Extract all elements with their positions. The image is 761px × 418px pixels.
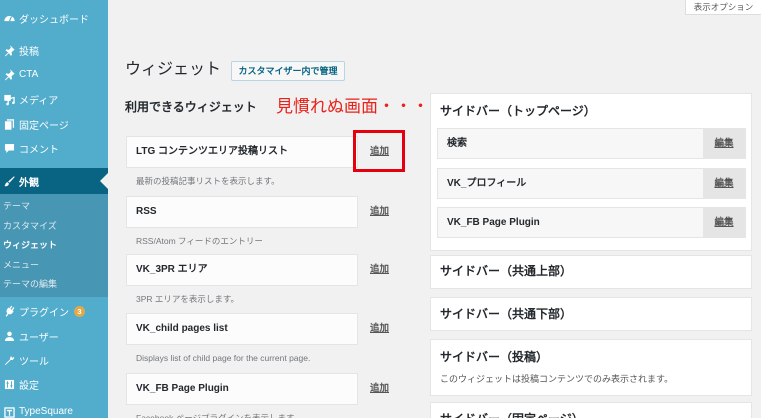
typesquare-icon	[3, 406, 16, 418]
plugin-icon	[3, 305, 16, 318]
widget-title[interactable]: VK_child pages list	[126, 313, 358, 345]
menu-item-pages[interactable]: 固定ページ	[0, 112, 108, 136]
menu-item-label: 外観	[19, 177, 39, 189]
widget-description: 最新の投稿記事リストを表示します。	[136, 176, 280, 186]
appearance-submenu: テーマ カスタマイズ ウィジェット メニュー テーマの編集	[0, 194, 108, 297]
comment-icon	[3, 142, 16, 155]
submenu-item-widgets[interactable]: ウィジェット	[0, 235, 108, 255]
add-widget-link[interactable]: 追加	[370, 262, 389, 278]
sidebar-area-top-page: サイドバー（トップページ） 検索 編集 VK_プロフィール 編集 VK_FB P…	[430, 93, 752, 251]
menu-item-typesquare[interactable]: TypeSquare	[0, 400, 108, 418]
settings-icon	[3, 378, 16, 391]
sidebar-area-common-top[interactable]: サイドバー（共通上部）	[430, 255, 752, 289]
menu-item-label: ダッシュボード	[19, 14, 89, 26]
add-widget-link[interactable]: 追加	[370, 381, 389, 397]
menu-item-label: 固定ページ	[19, 120, 69, 132]
add-widget-link[interactable]: 追加	[370, 204, 389, 220]
sidebar-area-title: サイドバー（固定ページ）	[440, 410, 584, 418]
sidebar-area-title: サイドバー（投稿）	[440, 350, 549, 364]
menu-item-label: ツール	[19, 356, 49, 368]
menu-item-label: メディア	[19, 95, 59, 107]
menu-item-tools[interactable]: ツール	[0, 348, 108, 372]
sidebar-area-title: サイドバー（共通上部）	[440, 264, 573, 278]
pin-icon	[3, 44, 16, 57]
menu-item-label: 設定	[19, 380, 39, 392]
sidebar-widget[interactable]: VK_FB Page Plugin 編集	[437, 207, 746, 238]
widget-title[interactable]: VK_3PR エリア	[126, 254, 358, 286]
add-widget-link[interactable]: 追加	[370, 321, 389, 337]
current-menu-arrow	[100, 173, 108, 189]
sidebar-widget-title: 検索	[447, 138, 467, 149]
sidebar-widget-title: VK_プロフィール	[447, 178, 527, 189]
edit-widget-link[interactable]: 編集	[703, 208, 745, 237]
edit-widget-link[interactable]: 編集	[703, 169, 745, 198]
sidebar-area-pages[interactable]: サイドバー（固定ページ）	[430, 402, 752, 418]
menu-item-media[interactable]: メディア	[0, 87, 108, 111]
page-icon	[3, 118, 16, 131]
submenu-item-menus[interactable]: メニュー	[0, 255, 108, 275]
menu-item-settings[interactable]: 設定	[0, 372, 108, 396]
menu-item-appearance[interactable]: 外観	[0, 168, 108, 194]
sidebar-area-description: このウィジェットは投稿コンテンツでのみ表示されます。	[440, 374, 674, 384]
sidebar-area-title: サイドバー（共通下部）	[440, 307, 573, 321]
widget-description: Facebook ページプラグインを表示します。	[136, 413, 303, 418]
submenu-item-customize[interactable]: カスタマイズ	[0, 216, 108, 236]
widget-title[interactable]: LTG コンテンツエリア投稿リスト	[126, 136, 358, 168]
wp-admin-widgets-screen: ダッシュボード 投稿 CTA メディア 固定ページ コメント 外観 テーマ カス…	[0, 0, 761, 418]
available-widgets-heading: 利用できるウィジェット	[125, 100, 257, 114]
menu-item-label: 投稿	[19, 46, 39, 58]
widget-title[interactable]: VK_FB Page Plugin	[126, 373, 358, 405]
users-icon	[3, 330, 16, 343]
sidebar-widget[interactable]: VK_プロフィール 編集	[437, 168, 746, 199]
submenu-item-theme-editor[interactable]: テーマの編集	[0, 274, 108, 294]
update-count-badge: 3	[74, 305, 85, 317]
pin-icon	[3, 68, 16, 81]
menu-item-label: CTA	[19, 68, 39, 80]
screen-options-button[interactable]: 表示オプション	[685, 0, 761, 15]
media-icon	[3, 93, 16, 106]
sidebar-widget[interactable]: 検索 編集	[437, 128, 746, 159]
manage-in-customizer-button[interactable]: カスタマイザー内で管理	[231, 61, 345, 81]
widget-description: RSS/Atom フィードのエントリー	[136, 236, 263, 246]
edit-widget-link[interactable]: 編集	[703, 129, 745, 158]
sidebar-widget-title: VK_FB Page Plugin	[447, 217, 540, 228]
widget-description: 3PR エリアを表示します。	[136, 294, 240, 304]
menu-item-posts[interactable]: 投稿	[0, 38, 108, 62]
menu-item-label: コメント	[19, 144, 59, 156]
menu-item-cta[interactable]: CTA	[0, 62, 108, 86]
admin-menu: ダッシュボード 投稿 CTA メディア 固定ページ コメント 外観 テーマ カス…	[0, 0, 108, 418]
annotation-text: 見慣れぬ画面・・・	[276, 97, 429, 116]
tools-icon	[3, 354, 16, 367]
widget-title[interactable]: RSS	[126, 196, 358, 228]
submenu-item-themes[interactable]: テーマ	[0, 196, 108, 216]
menu-item-dashboard[interactable]: ダッシュボード	[0, 6, 108, 30]
dashboard-icon	[3, 12, 16, 25]
page-title: ウィジェット	[125, 61, 222, 78]
highlight-box	[353, 130, 405, 172]
sidebar-area-common-bottom[interactable]: サイドバー（共通下部）	[430, 297, 752, 331]
sidebar-area-title[interactable]: サイドバー（トップページ）	[440, 102, 596, 120]
widget-description: Displays list of child page for the curr…	[136, 353, 311, 363]
menu-item-plugins[interactable]: プラグイン 3	[0, 299, 108, 323]
menu-item-label: ユーザー	[19, 332, 59, 344]
brush-icon	[3, 175, 16, 188]
menu-item-comments[interactable]: コメント	[0, 136, 108, 160]
menu-item-label: TypeSquare	[19, 406, 73, 417]
menu-item-users[interactable]: ユーザー	[0, 324, 108, 348]
menu-item-label: プラグイン	[19, 307, 69, 319]
sidebar-area-posts[interactable]: サイドバー（投稿） このウィジェットは投稿コンテンツでのみ表示されます。	[430, 339, 752, 396]
